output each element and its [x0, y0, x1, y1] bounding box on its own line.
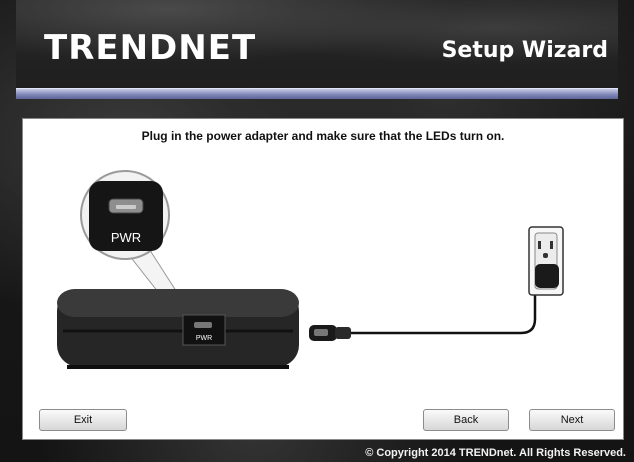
power-cable — [349, 291, 537, 335]
device-port-label: PWR — [196, 335, 212, 342]
callout-port-label: PWR — [111, 230, 141, 245]
copyright-text: © Copyright 2014 TRENDnet. All Rights Re… — [365, 447, 626, 459]
content-panel: Plug in the power adapter and make sure … — [22, 118, 624, 440]
page-title: Setup Wizard — [441, 38, 608, 63]
exit-button[interactable]: Exit — [39, 409, 127, 431]
back-button[interactable]: Back — [423, 409, 509, 431]
callout-magnifier: PWR — [80, 170, 170, 260]
next-button[interactable]: Next — [529, 409, 615, 431]
trendnet-logo: TRENDNET — [44, 28, 257, 68]
header: TRENDNET Setup Wizard — [16, 0, 618, 92]
micro-usb-plug — [309, 325, 351, 341]
router-device — [57, 289, 299, 369]
power-adapter — [535, 264, 559, 288]
window-frame: TRENDNET Setup Wizard Plug in the power … — [0, 0, 634, 462]
illustration: PWR PWR — [57, 170, 564, 369]
wall-outlet — [528, 226, 564, 296]
header-divider-bar — [16, 88, 618, 99]
device-power-port: PWR — [182, 314, 226, 346]
